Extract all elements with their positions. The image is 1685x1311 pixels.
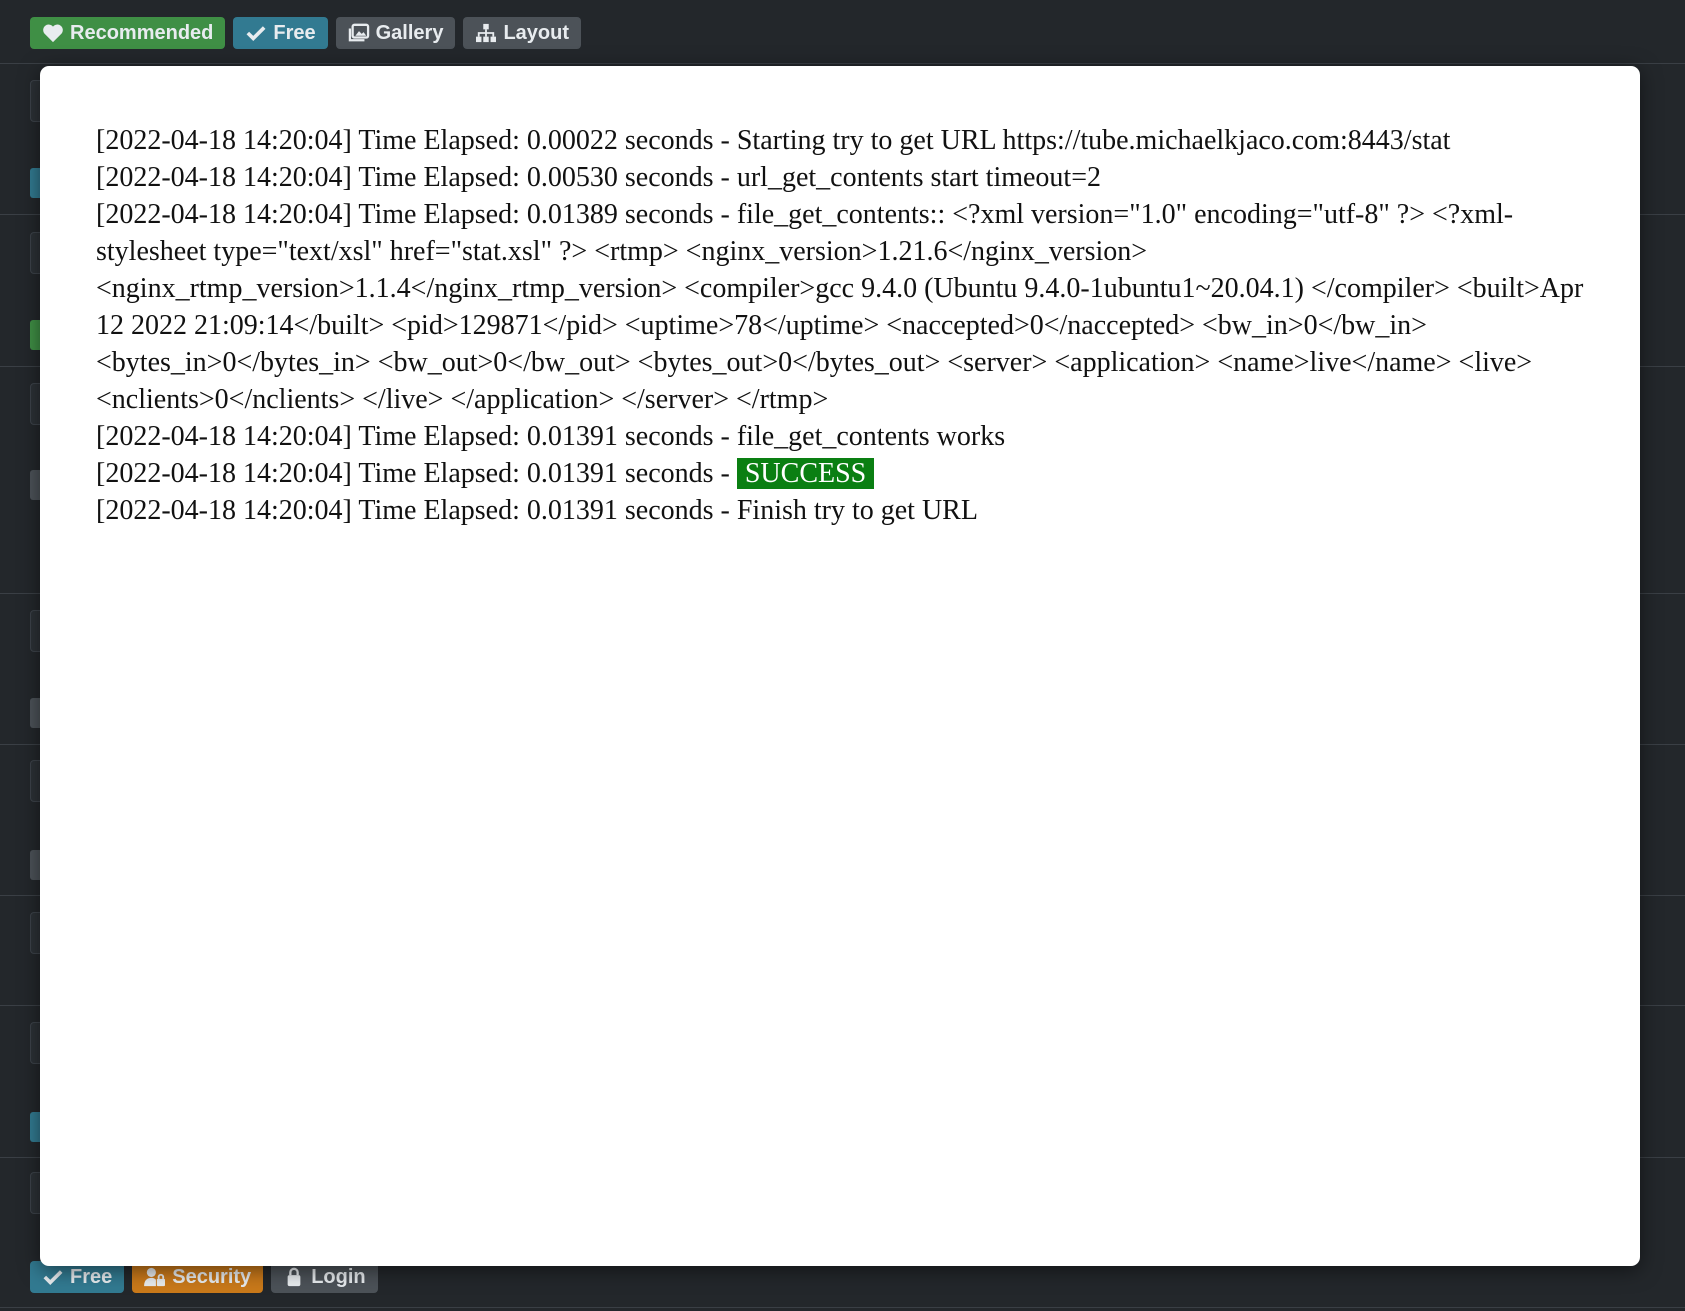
log-line: [2022-04-18 14:20:04] Time Elapsed: 0.00… (96, 162, 1102, 193)
tag-label: Gallery (375, 21, 444, 44)
bg-row-divider (0, 1306, 1685, 1308)
check-icon (246, 26, 266, 42)
tag-label: Recommended (70, 21, 214, 44)
tag-label: Free (273, 21, 316, 44)
log-line-prefix: [2022-04-18 14:20:04] Time Elapsed: 0.01… (96, 458, 737, 489)
success-badge: SUCCESS (736, 458, 875, 489)
lock-icon (287, 1267, 301, 1287)
log-output: [2022-04-18 14:20:04] Time Elapsed: 0.00… (96, 122, 1586, 529)
tag-label: Free (70, 1265, 113, 1288)
tag-free[interactable]: Free (233, 17, 328, 49)
log-line: [2022-04-18 14:20:04] Time Elapsed: 0.01… (96, 495, 978, 526)
log-line: [2022-04-18 14:20:04] Time Elapsed: 0.00… (96, 125, 1451, 156)
tag-layout[interactable]: Layout (463, 17, 582, 49)
tag-label: Layout (503, 21, 570, 44)
heart-icon (43, 24, 63, 43)
tag-gallery[interactable]: Gallery (335, 17, 456, 49)
bg-row-divider (0, 62, 1685, 64)
gallery-icon (348, 23, 369, 42)
sitemap-icon (476, 23, 497, 43)
tag-label: Login (311, 1265, 366, 1288)
check-icon (43, 1270, 63, 1286)
tag-label: Security (172, 1265, 252, 1288)
log-line: [2022-04-18 14:20:04] Time Elapsed: 0.01… (96, 421, 1006, 452)
tag-recommended[interactable]: Recommended (30, 17, 226, 49)
log-line-success: [2022-04-18 14:20:04] Time Elapsed: 0.01… (96, 455, 1586, 492)
log-line: [2022-04-18 14:20:04] Time Elapsed: 0.01… (96, 199, 1584, 415)
user-lock-icon (144, 1267, 166, 1287)
top-tag-bar: Recommended Free Gallery Layout (30, 17, 582, 49)
log-modal: [2022-04-18 14:20:04] Time Elapsed: 0.00… (40, 66, 1640, 1266)
